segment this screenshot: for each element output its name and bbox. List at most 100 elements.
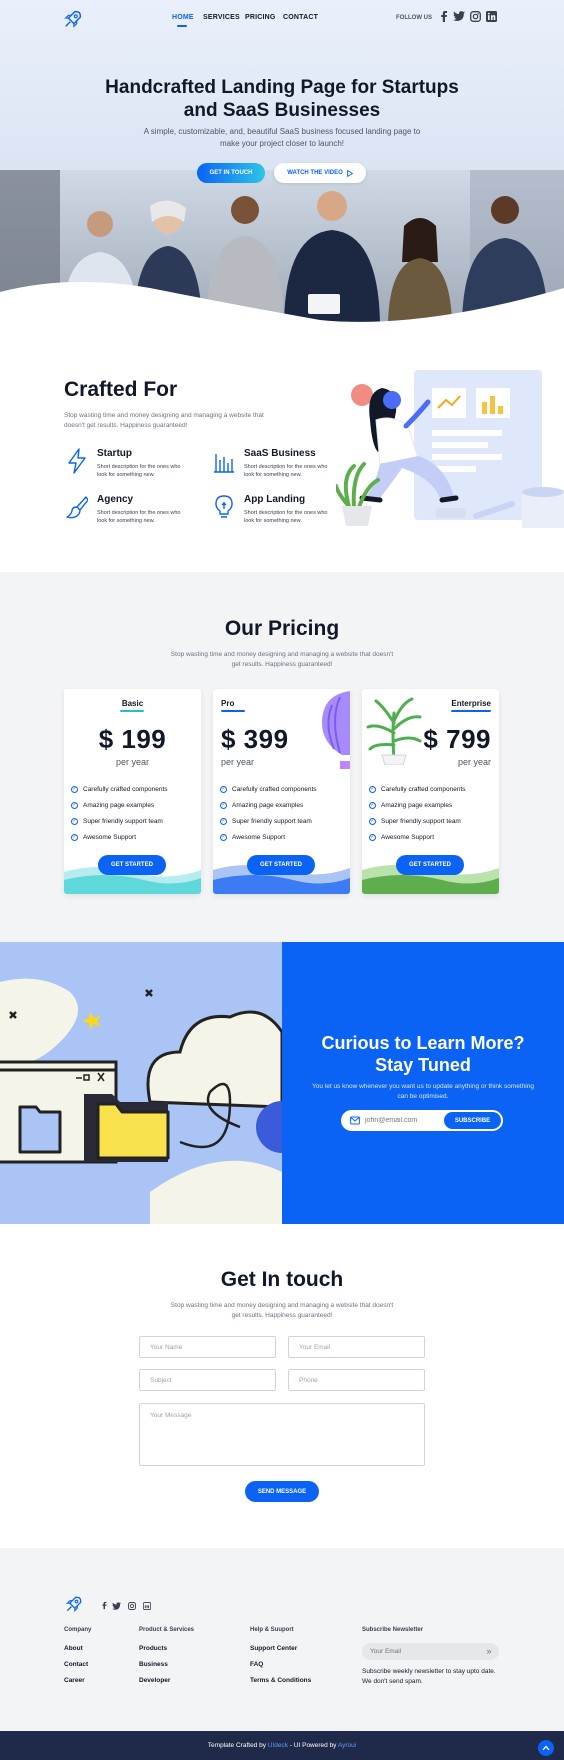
- newsletter-email-input[interactable]: [370, 1645, 470, 1658]
- email-field[interactable]: [288, 1336, 425, 1358]
- plan-feature: ✓ Amazing page examples: [71, 801, 155, 809]
- plan-features: ✓ Carefully crafted components ✓ Amazing p…: [369, 781, 466, 845]
- check-icon: ✓: [220, 801, 227, 809]
- footer-link-terms[interactable]: Terms & Conditions: [250, 1677, 311, 1684]
- watch-video-button[interactable]: WATCH THE VIDEO: [274, 163, 366, 183]
- uideck-link[interactable]: UIdeck: [268, 1742, 288, 1749]
- get-started-button[interactable]: GET STARTED: [98, 855, 166, 875]
- brush-icon: [66, 496, 88, 519]
- footer-heading-help: Help & Suuport: [250, 1627, 294, 1633]
- plan-price: $ 199: [98, 724, 167, 754]
- palm-plant-icon: [366, 697, 422, 765]
- check-icon: ✓: [71, 817, 78, 825]
- footer-link-business[interactable]: Business: [139, 1661, 168, 1668]
- plan-feature: ✓ Carefully crafted components: [369, 785, 466, 793]
- feature-title: SaaS Business: [244, 448, 316, 459]
- check-icon: ✓: [71, 833, 78, 841]
- check-icon: ✓: [369, 801, 376, 809]
- footer-link-contact[interactable]: Contact: [64, 1661, 88, 1668]
- cloud-folders-illustration: [0, 978, 282, 1224]
- footer-heading-company: Company: [64, 1627, 92, 1633]
- double-chevron-right-icon[interactable]: »: [483, 1645, 495, 1657]
- feature-title: App Landing: [244, 494, 306, 505]
- get-in-touch-button[interactable]: GET IN TOUCH: [197, 163, 265, 183]
- bar-chart-icon: [214, 454, 234, 473]
- phone-field[interactable]: [288, 1369, 425, 1391]
- hero-title: Handcrafted Landing Page for Startups an…: [105, 77, 459, 121]
- plan-feature: ✓ Awesome Support: [71, 833, 136, 841]
- nav-services[interactable]: SERVICES: [203, 14, 240, 21]
- feature-desc: Short description for the ones who look …: [97, 510, 181, 524]
- instagram-icon[interactable]: [469, 10, 481, 22]
- send-message-button[interactable]: SEND MESSAGE: [245, 1481, 319, 1502]
- twitter-icon[interactable]: [112, 1601, 121, 1610]
- footer-link-faq[interactable]: FAQ: [250, 1661, 263, 1668]
- plan-feature: ✓ Carefully crafted components: [220, 785, 317, 793]
- check-icon: ✓: [369, 833, 376, 841]
- top-navbar: HOME SERVICES PRICING CONTACT FOLLOW US: [0, 0, 564, 36]
- contact-title: Get In touch: [220, 1268, 344, 1291]
- instagram-icon[interactable]: [127, 1601, 136, 1610]
- plan-name: Pro: [221, 699, 235, 708]
- nav-contact[interactable]: CONTACT: [283, 14, 318, 21]
- contact-subtitle: Stop wasting time and money designing an…: [170, 1302, 394, 1319]
- pricing-card-enterprise: Enterprise $ 799 per year ✓ Carefully cra…: [362, 689, 499, 894]
- footer-link-support-center[interactable]: Support Center: [250, 1645, 297, 1652]
- facebook-icon[interactable]: [437, 10, 449, 22]
- check-icon: ✓: [220, 785, 227, 793]
- subject-field[interactable]: [139, 1369, 276, 1391]
- check-icon: ✓: [369, 817, 376, 825]
- hero-section: [0, 0, 564, 322]
- get-started-button[interactable]: GET STARTED: [247, 855, 315, 875]
- feature-title: Agency: [97, 494, 134, 505]
- plan-period: per year: [115, 757, 150, 767]
- linkedin-icon[interactable]: [485, 10, 497, 22]
- crafted-for-subtitle: Stop wasting time and money designing an…: [64, 412, 264, 429]
- plan-price: $ 399: [221, 724, 289, 754]
- check-icon: ✓: [220, 833, 227, 841]
- pricing-card-basic: Basic $ 199 per year ✓ Carefully crafted …: [64, 689, 201, 894]
- subscribe-button[interactable]: SUBSCRIBE: [444, 1112, 501, 1129]
- plan-feature: ✓ Super friendly support team: [220, 817, 312, 825]
- check-icon: ✓: [220, 817, 227, 825]
- feature-desc: Short description for the ones who look …: [244, 510, 328, 524]
- name-field[interactable]: [139, 1336, 276, 1358]
- footer-link-career[interactable]: Career: [64, 1677, 85, 1684]
- back-to-top-button[interactable]: [538, 1740, 554, 1756]
- subscribe-email-input[interactable]: [365, 1112, 440, 1129]
- footer-link-developer[interactable]: Developer: [139, 1677, 170, 1684]
- pricing-title: Our Pricing: [224, 617, 340, 640]
- footer-link-about[interactable]: About: [64, 1645, 83, 1652]
- facebook-icon[interactable]: [99, 1601, 108, 1610]
- play-icon: [346, 169, 353, 177]
- plan-features: ✓ Carefully crafted components ✓ Amazing p…: [220, 781, 317, 845]
- subscribe-title: Curious to Learn More? Stay Tuned: [321, 1033, 525, 1075]
- check-icon: ✓: [71, 801, 78, 809]
- linkedin-icon[interactable]: [142, 1601, 151, 1610]
- plan-underline: [451, 710, 491, 712]
- get-started-button[interactable]: GET STARTED: [396, 855, 464, 875]
- footer-heading-newsletter: Subscribe Newsletter: [362, 1627, 424, 1633]
- lightbulb-icon: [215, 495, 233, 518]
- plan-underline: [120, 710, 144, 712]
- rocket-logo-icon[interactable]: [62, 8, 84, 30]
- plan-features: ✓ Carefully crafted components ✓ Amazing p…: [71, 781, 168, 845]
- check-icon: ✓: [369, 785, 376, 793]
- nav-pricing[interactable]: PRICING: [245, 14, 276, 21]
- crafted-for-title: Crafted For: [64, 378, 178, 401]
- feature-title: Startup: [97, 448, 132, 459]
- hero-team-photo: [0, 170, 564, 322]
- rocket-logo-icon[interactable]: [64, 1594, 84, 1614]
- plan-feature: ✓ Carefully crafted components: [71, 785, 168, 793]
- plan-feature: ✓ Awesome Support: [369, 833, 434, 841]
- plan-period: per year: [457, 757, 491, 767]
- nav-home[interactable]: HOME: [172, 14, 194, 21]
- subscribe-illustration: [0, 942, 282, 1224]
- ayroui-link[interactable]: Ayroui: [338, 1742, 356, 1749]
- message-field[interactable]: [139, 1403, 425, 1466]
- feature-desc: Short description for the ones who look …: [244, 464, 328, 478]
- lightning-icon: [68, 448, 86, 474]
- twitter-icon[interactable]: [453, 10, 465, 22]
- footer-link-products[interactable]: Products: [139, 1645, 167, 1652]
- plan-underline: [221, 710, 245, 712]
